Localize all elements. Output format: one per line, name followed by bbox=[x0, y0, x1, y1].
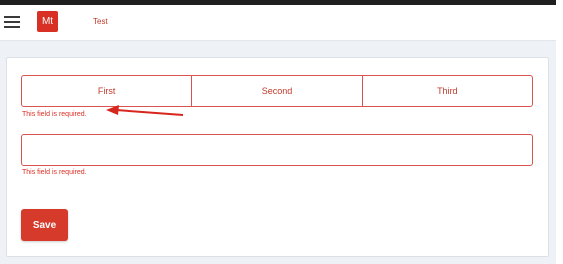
save-button[interactable]: Save bbox=[21, 209, 68, 241]
segment-third[interactable]: Third bbox=[361, 76, 532, 106]
segment-second[interactable]: Second bbox=[191, 76, 361, 106]
window-right-edge bbox=[556, 0, 563, 264]
hamburger-menu-icon[interactable] bbox=[4, 15, 20, 29]
form-card: First Second Third This field is require… bbox=[6, 57, 549, 257]
app-title: Test bbox=[93, 17, 108, 26]
segment-error-message: This field is required. bbox=[22, 111, 87, 118]
text-input[interactable] bbox=[21, 134, 533, 166]
segment-first[interactable]: First bbox=[22, 76, 191, 106]
app-header: Mt Test bbox=[0, 5, 556, 41]
text-input-error-message: This field is required. bbox=[22, 169, 87, 176]
segmented-control: First Second Third bbox=[21, 75, 533, 107]
app-logo[interactable]: Mt bbox=[37, 11, 58, 32]
